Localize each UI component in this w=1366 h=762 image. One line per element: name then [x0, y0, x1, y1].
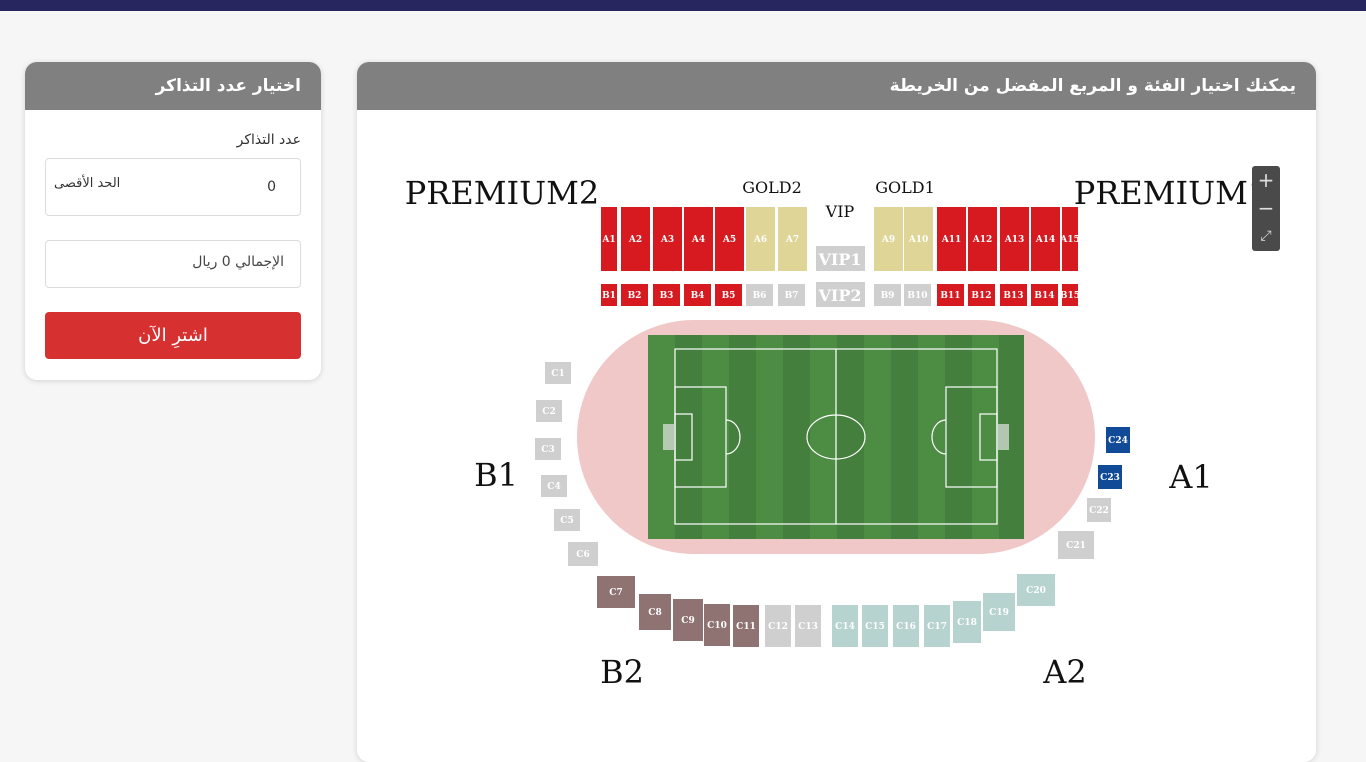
- top-bar: [0, 0, 1366, 11]
- minus-icon[interactable]: −: [1252, 194, 1280, 222]
- fullscreen-icon[interactable]: ⤢: [1252, 222, 1280, 250]
- plus-icon[interactable]: +: [1252, 166, 1280, 194]
- quantity-value[interactable]: 0: [267, 179, 276, 195]
- map-panel-title: يمكنك اختيار الفئة و المربع المفضل من ال…: [357, 62, 1316, 110]
- tickets-label: عدد التذاكر: [236, 132, 301, 148]
- ticket-panel-title: اختيار عدد التذاكر: [25, 62, 321, 110]
- buy-now-button[interactable]: اشترِ الآن: [45, 312, 301, 359]
- ticket-panel: اختيار عدد التذاكر عدد التذاكر الحد الأق…: [25, 62, 321, 380]
- total-text: الإجمالي 0 ريال: [192, 254, 284, 270]
- quantity-field[interactable]: الحد الأقصى 0: [45, 158, 301, 216]
- total-field: الإجمالي 0 ريال: [45, 240, 301, 288]
- max-label: الحد الأقصى: [54, 176, 121, 191]
- map-panel: يمكنك اختيار الفئة و المربع المفضل من ال…: [357, 62, 1316, 762]
- zoom-controls: + − ⤢: [1252, 166, 1280, 251]
